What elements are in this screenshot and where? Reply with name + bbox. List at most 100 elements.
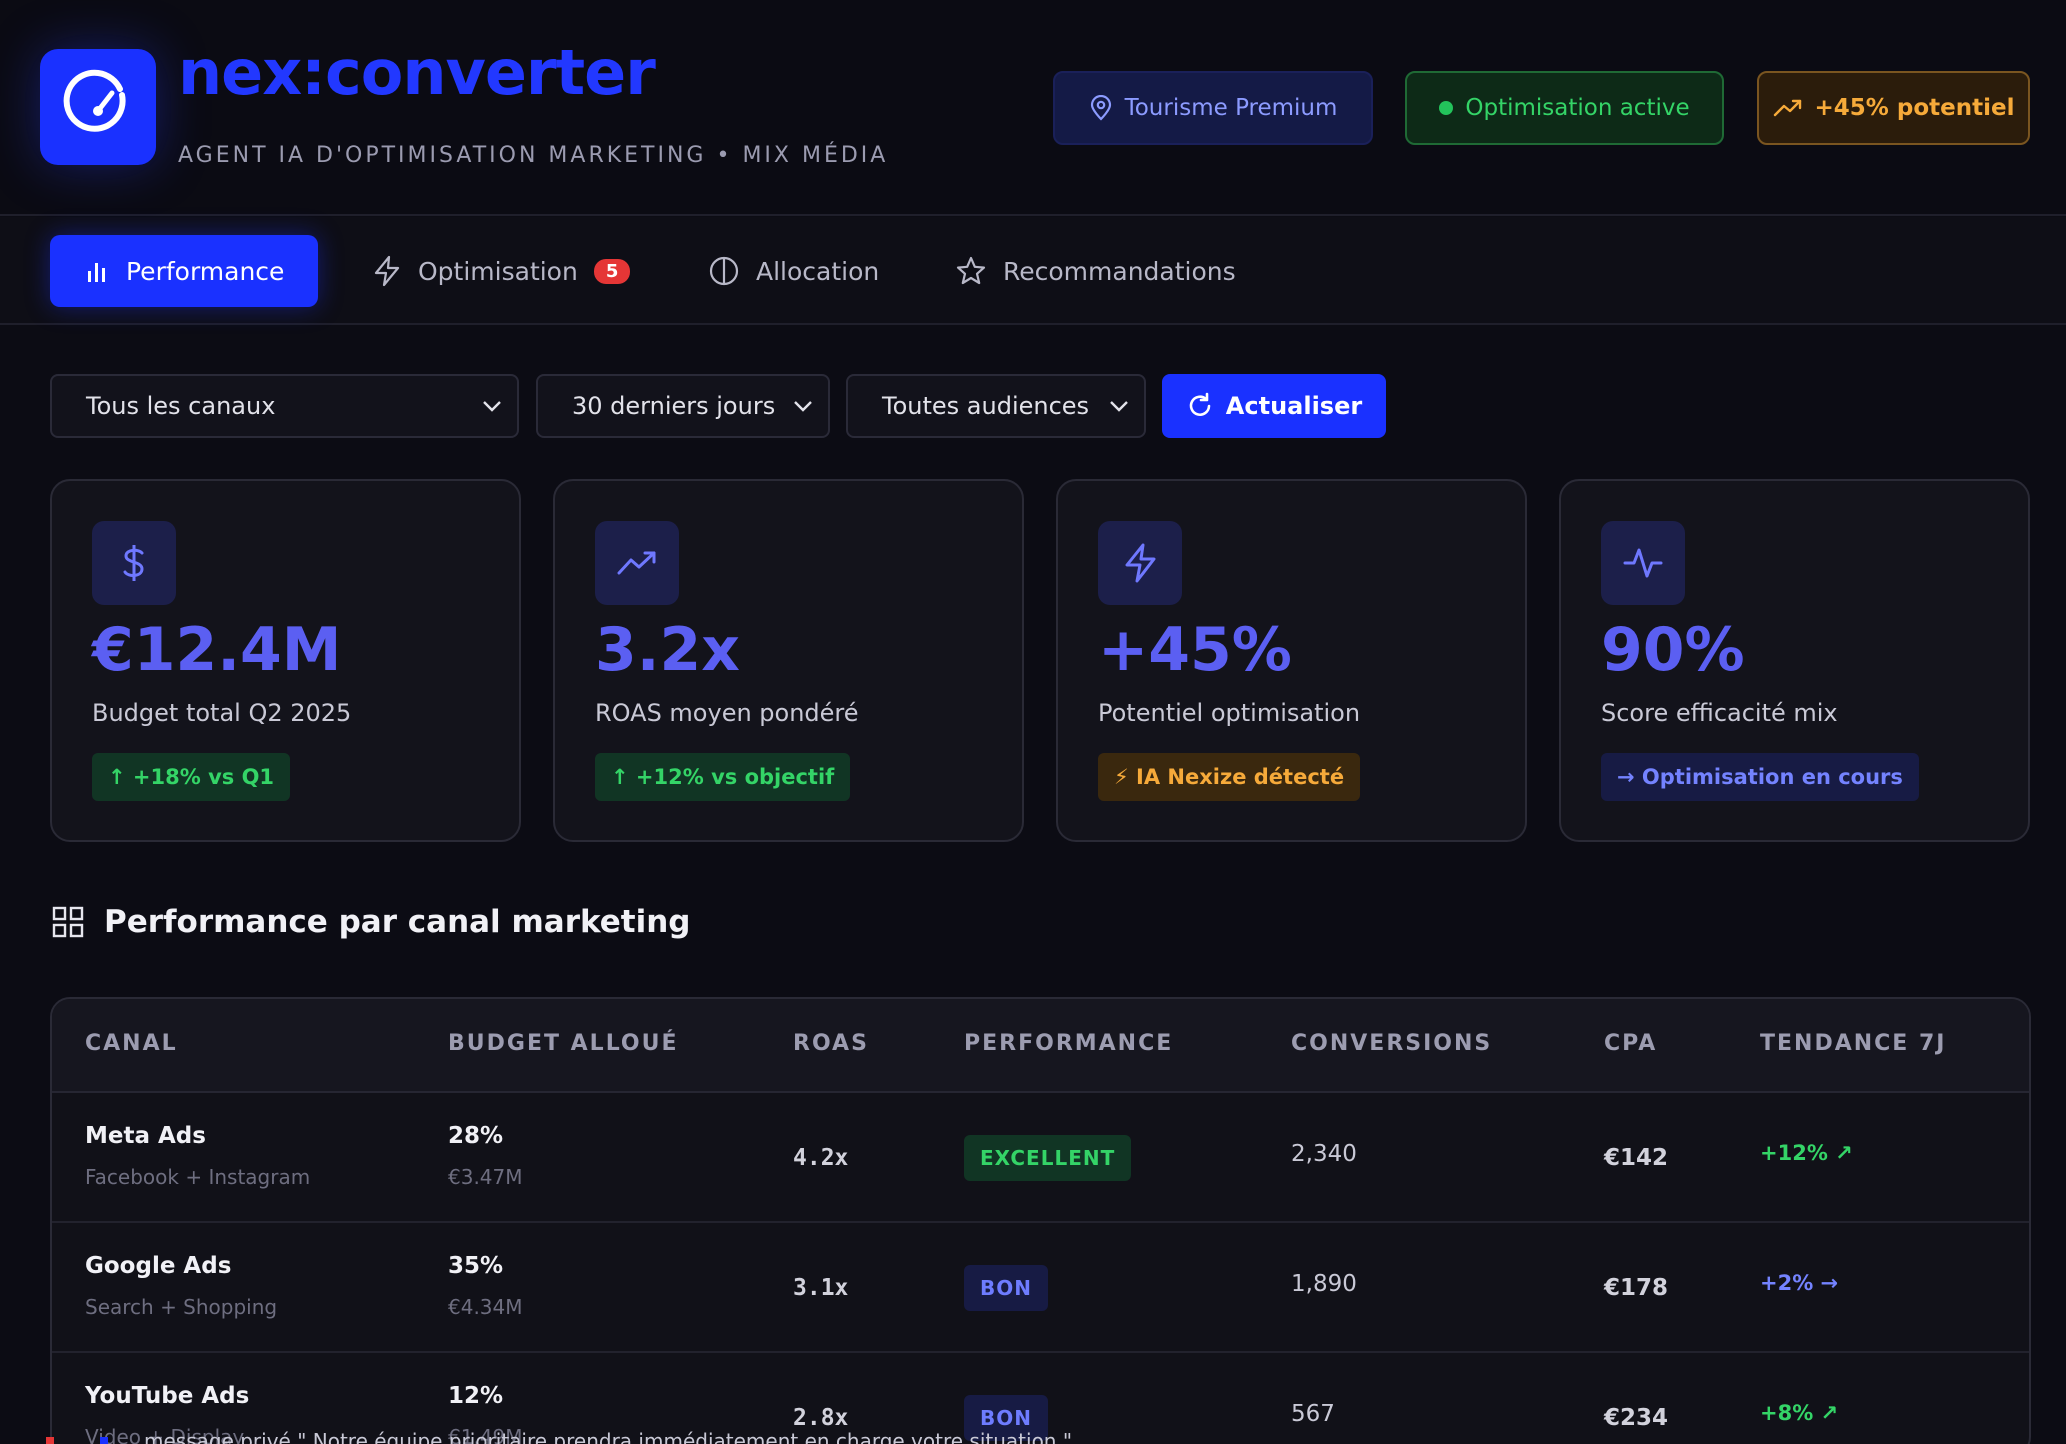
kpi-label: ROAS moyen pondéré [595, 699, 859, 727]
column-header[interactable]: TENDANCE 7J [1760, 1031, 1946, 1056]
column-header[interactable]: PERFORMANCE [964, 1031, 1173, 1056]
refresh-button-label: Actualiser [1225, 392, 1363, 420]
chevron-down-icon [794, 401, 812, 412]
budget-share: 12% [448, 1383, 504, 1409]
status-dot-icon [1439, 101, 1454, 115]
tab-label: Performance [126, 256, 285, 286]
grid-icon [52, 906, 84, 938]
kpi-card-score: 90% Score efficacité mix → Optimisation … [1559, 479, 2030, 842]
refresh-button[interactable]: Actualiser [1162, 374, 1386, 438]
tab-label: Optimisation [418, 256, 578, 286]
kpi-label: Score efficacité mix [1601, 699, 1838, 727]
bar-chart-icon [88, 263, 105, 282]
budget-amount: €3.47M [448, 1165, 523, 1189]
toast-message: message privé " Notre équipe prioritaire… [144, 1429, 1073, 1444]
performance-badge: BON [964, 1265, 1048, 1311]
kpi-value: 3.2x [595, 615, 740, 685]
kpi-ai-chip: ⚡ IA Nexize détecté [1098, 753, 1361, 801]
star-icon [956, 256, 986, 285]
main-tabs: Performance Optimisation 5 Allocation Re… [0, 217, 2066, 325]
channel-select-value: Tous les canaux [86, 392, 276, 420]
chevron-down-icon [483, 401, 501, 412]
column-header[interactable]: CPA [1604, 1031, 1657, 1056]
kpi-status-chip: → Optimisation en cours [1601, 753, 1919, 801]
channel-subtitle: Search + Shopping [85, 1295, 278, 1319]
section-title: Performance par canal marketing [52, 904, 691, 940]
location-pin-icon [1090, 95, 1111, 121]
audience-select[interactable]: Toutes audiences [846, 374, 1146, 438]
budget-amount: €4.34M [448, 1295, 523, 1319]
kpi-trend-chip: ↑ +18% vs Q1 [92, 753, 291, 801]
trend-value: +12% ↗ [1760, 1141, 1853, 1165]
channel-name: Google Ads [85, 1253, 232, 1279]
toast-marker [46, 1437, 54, 1444]
tab-allocation[interactable]: Allocation [708, 235, 879, 307]
optimisation-status-label: Optimisation active [1465, 95, 1690, 121]
column-header[interactable]: BUDGET ALLOUÉ [448, 1031, 679, 1056]
refresh-icon [1189, 392, 1211, 416]
tab-optimisation[interactable]: Optimisation 5 [372, 235, 631, 307]
roas-value: 3.1x [793, 1275, 849, 1301]
period-select-value: 30 derniers jours [572, 392, 776, 420]
gauge-icon [63, 69, 126, 132]
sector-badge[interactable]: Tourisme Premium [1053, 71, 1373, 145]
kpi-value: +45% [1098, 615, 1292, 685]
optimisation-status-badge: Optimisation active [1405, 71, 1724, 145]
section-title-text: Performance par canal marketing [104, 904, 691, 940]
kpi-value: 90% [1601, 615, 1745, 685]
performance-badge: EXCELLENT [964, 1135, 1132, 1181]
column-header[interactable]: CONVERSIONS [1291, 1031, 1492, 1056]
trend-value: +2% → [1760, 1271, 1839, 1295]
kpi-trend-chip: ↑ +12% vs objectif [595, 753, 851, 801]
brand-tagline: AGENT IA D'OPTIMISATION MARKETING • MIX … [178, 143, 889, 168]
kpi-card-potentiel: +45% Potentiel optimisation ⚡ IA Nexize … [1056, 479, 1527, 842]
app-header: nex:converter AGENT IA D'OPTIMISATION MA… [0, 0, 2066, 216]
toast-marker [100, 1437, 108, 1444]
trend-value: +8% ↗ [1760, 1401, 1839, 1425]
table-row[interactable]: Meta Ads Facebook + Instagram 28% €3.47M… [52, 1093, 2029, 1223]
channel-select[interactable]: Tous les canaux [50, 374, 519, 438]
conversions-value: 2,340 [1291, 1141, 1357, 1167]
sector-badge-label: Tourisme Premium [1124, 95, 1338, 121]
budget-share: 28% [448, 1123, 504, 1149]
lightning-icon [1098, 521, 1182, 605]
kpi-label: Budget total Q2 2025 [92, 699, 352, 727]
dollar-icon [92, 521, 176, 605]
roas-value: 2.8x [793, 1405, 849, 1431]
tab-performance[interactable]: Performance [50, 235, 319, 307]
activity-icon [1601, 521, 1685, 605]
potential-badge[interactable]: +45% potentiel [1757, 71, 2030, 145]
kpi-card-budget: €12.4M Budget total Q2 2025 ↑ +18% vs Q1 [50, 479, 521, 842]
lightning-icon [374, 255, 400, 287]
conversions-value: 1,890 [1291, 1271, 1357, 1297]
table-row[interactable]: Google Ads Search + Shopping 35% €4.34M … [52, 1223, 2029, 1353]
cpa-value: €234 [1604, 1405, 1669, 1431]
kpi-label: Potentiel optimisation [1098, 699, 1361, 727]
tab-label: Allocation [756, 256, 880, 286]
channel-name: YouTube Ads [85, 1383, 250, 1409]
notification-badge: 5 [593, 258, 631, 284]
period-select[interactable]: 30 derniers jours [536, 374, 830, 438]
channel-subtitle: Facebook + Instagram [85, 1165, 311, 1189]
tab-label: Recommandations [1003, 256, 1236, 286]
chevron-down-icon [1110, 401, 1128, 412]
trending-up-icon [595, 521, 679, 605]
audience-select-value: Toutes audiences [882, 392, 1090, 420]
app-logo[interactable] [40, 49, 156, 165]
cpa-value: €178 [1604, 1275, 1669, 1301]
channel-performance-table: CANAL BUDGET ALLOUÉ ROAS PERFORMANCE CON… [50, 997, 2031, 1444]
roas-value: 4.2x [793, 1145, 849, 1171]
column-header[interactable]: CANAL [85, 1031, 178, 1056]
potential-badge-label: +45% potentiel [1814, 95, 2015, 121]
budget-share: 35% [448, 1253, 504, 1279]
channel-name: Meta Ads [85, 1123, 206, 1149]
tab-recommandations[interactable]: Recommandations [955, 235, 1236, 307]
pie-icon [709, 256, 739, 286]
conversions-value: 567 [1291, 1401, 1335, 1427]
trending-up-icon [1773, 99, 1801, 117]
kpi-value: €12.4M [92, 615, 342, 685]
brand-name: nex:converter [178, 36, 656, 109]
kpi-card-roas: 3.2x ROAS moyen pondéré ↑ +12% vs object… [553, 479, 1024, 842]
column-header[interactable]: ROAS [793, 1031, 869, 1056]
cpa-value: €142 [1604, 1145, 1669, 1171]
